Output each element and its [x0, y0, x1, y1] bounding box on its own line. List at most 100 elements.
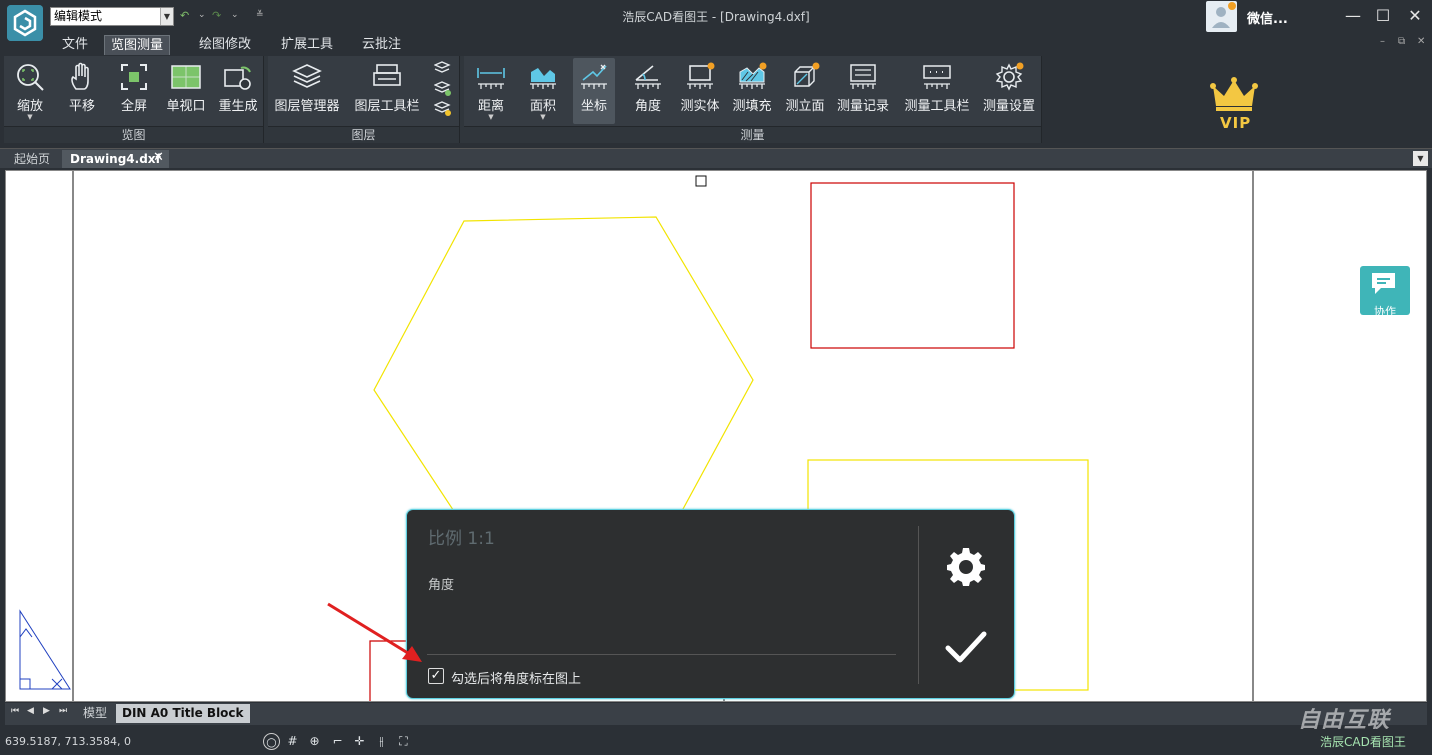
- angle-button[interactable]: 角度: [626, 58, 670, 124]
- show-angle-label[interactable]: 勾选后将角度标在图上: [451, 668, 581, 687]
- regenerate-icon: [224, 66, 251, 90]
- mode-select[interactable]: 编辑模式 ▼: [50, 7, 174, 26]
- tabs-dropdown-icon[interactable]: ▼: [1413, 151, 1428, 166]
- mdi-close-icon[interactable]: ✕: [1417, 36, 1425, 47]
- crown-icon: [1210, 77, 1258, 111]
- doc-tab-start[interactable]: 起始页: [6, 150, 58, 168]
- measure-entity-icon: [687, 62, 715, 89]
- menu-tab-extend-tools[interactable]: 扩展工具: [275, 35, 339, 55]
- layer-manager-label: 图层管理器: [274, 99, 340, 114]
- grid-icon[interactable]: #: [284, 733, 301, 750]
- measure-hatch-label: 测填充: [732, 99, 772, 114]
- vip-area[interactable]: VIP: [1042, 56, 1432, 143]
- mirror-icon[interactable]: ⫲: [373, 733, 390, 750]
- menu-tab-view-measure[interactable]: 览图测量: [104, 35, 171, 55]
- ortho-icon[interactable]: ⌐: [329, 733, 346, 750]
- user-name[interactable]: 微信...: [1247, 8, 1288, 27]
- distance-button[interactable]: 距离 ▼: [468, 58, 514, 124]
- layer-off-icon[interactable]: [434, 60, 452, 78]
- measure-toolbar-button[interactable]: 测量工具栏: [902, 58, 972, 124]
- measure-elevation-icon: [794, 62, 820, 87]
- prev-layout-icon[interactable]: ◀: [27, 706, 34, 716]
- zoom-button[interactable]: 缩放 ▼: [8, 58, 52, 124]
- osnap-icon[interactable]: ○: [263, 733, 280, 750]
- regenerate-button[interactable]: 重生成: [214, 58, 262, 124]
- user-avatar[interactable]: [1206, 1, 1237, 32]
- red-arrow-annotation: [327, 602, 422, 662]
- coordinate-button[interactable]: 坐标: [573, 58, 615, 124]
- mdi-minimize-icon[interactable]: –: [1380, 36, 1385, 47]
- layer-manager-button[interactable]: 图层管理器: [272, 58, 342, 124]
- layer-toolbar-label: 图层工具栏: [354, 99, 420, 114]
- zoom-label: 缩放: [16, 99, 43, 114]
- coordinate-label: 坐标: [580, 99, 607, 114]
- hand-icon: [71, 62, 89, 90]
- close-icon[interactable]: ✕: [153, 150, 164, 165]
- measure-toolbar-label: 测量工具栏: [904, 99, 970, 114]
- brand-label: 浩辰CAD看图王: [1320, 735, 1406, 749]
- measure-record-button[interactable]: 测量记录: [834, 58, 892, 124]
- gear-icon[interactable]: [945, 546, 987, 588]
- minimize-icon[interactable]: —: [1338, 4, 1368, 28]
- layers-icon: [292, 64, 322, 88]
- measure-entity-button[interactable]: 测实体: [676, 58, 724, 124]
- angle-value-label: 角度: [428, 578, 455, 593]
- ribbon-group-measure: 距离 ▼ 面积 ▼ 坐标 角度 测实体 测填充 测立面 测量记录 测量工具栏 测…: [464, 56, 1042, 143]
- ribbon-group-layer: 图层管理器 图层工具栏 图层: [268, 56, 460, 143]
- angle-icon: [635, 65, 661, 89]
- area-icon: [530, 68, 556, 89]
- next-layout-icon[interactable]: ▶: [43, 706, 50, 716]
- layer-toolbar-button[interactable]: 图层工具栏: [352, 58, 422, 124]
- layer-isolate-icon[interactable]: [434, 80, 452, 98]
- collab-button[interactable]: 协作: [1360, 266, 1410, 318]
- gear-icon: [995, 62, 1024, 91]
- show-angle-checkbox[interactable]: ✓: [428, 668, 444, 684]
- viewport-icon: [171, 65, 201, 89]
- menu-tab-draw-modify[interactable]: 绘图修改: [193, 35, 257, 55]
- measure-settings-label: 测量设置: [982, 99, 1035, 114]
- check-icon[interactable]: [944, 626, 988, 670]
- measure-elevation-button[interactable]: 测立面: [781, 58, 829, 124]
- customize-toolbar-icon[interactable]: ≚: [256, 10, 264, 20]
- layout-tabs-bar: ⏮ ◀ ▶ ⏭ 模型 DIN A0 Title Block: [5, 703, 1427, 725]
- pan-button[interactable]: 平移: [60, 58, 104, 124]
- redo-icon[interactable]: ↷: [212, 9, 221, 22]
- crosshair-icon[interactable]: ✛: [351, 733, 368, 750]
- chevron-down-icon: ▼: [160, 8, 173, 25]
- regenerate-label: 重生成: [218, 99, 258, 114]
- mdi-restore-icon[interactable]: ⧉: [1398, 36, 1405, 47]
- dialog-divider: [918, 526, 919, 684]
- first-layout-icon[interactable]: ⏮: [11, 706, 19, 716]
- hexagon-shape: [373, 216, 754, 534]
- undo-icon[interactable]: ↶: [180, 9, 189, 22]
- measure-hatch-button[interactable]: 测填充: [728, 58, 776, 124]
- close-icon[interactable]: ✕: [1400, 4, 1430, 28]
- ucs-icon: [19, 609, 71, 690]
- distance-icon: [477, 68, 505, 89]
- menu-tab-cloud-annotate[interactable]: 云批注: [356, 35, 407, 55]
- area-button[interactable]: 面积 ▼: [520, 58, 566, 124]
- chevron-down-icon: ▼: [27, 113, 33, 121]
- extents-icon[interactable]: ⛶: [395, 733, 412, 750]
- fullscreen-icon: [121, 64, 147, 90]
- measure-hatch-icon: [739, 62, 767, 89]
- measure-toolbar-icon: [923, 65, 951, 89]
- layout-tab-din-a0[interactable]: DIN A0 Title Block: [116, 704, 250, 723]
- scale-label: 比例 1:1: [428, 529, 495, 549]
- vip-label: VIP: [1220, 114, 1252, 132]
- ribbon-group-label-measure: 测量: [464, 126, 1041, 143]
- redo-dropdown-icon[interactable]: ⌄: [231, 10, 239, 20]
- fullscreen-button[interactable]: 全屏: [112, 58, 156, 124]
- layer-restore-icon[interactable]: [434, 100, 452, 118]
- zoom-window-icon[interactable]: ⊕: [306, 733, 323, 750]
- menu-tab-file[interactable]: 文件: [56, 35, 94, 55]
- last-layout-icon[interactable]: ⏭: [59, 706, 67, 716]
- single-viewport-button[interactable]: 单视口: [162, 58, 210, 124]
- maximize-icon[interactable]: ☐: [1368, 4, 1398, 28]
- distance-label: 距离: [477, 99, 504, 114]
- measure-settings-button[interactable]: 测量设置: [980, 58, 1038, 124]
- undo-dropdown-icon[interactable]: ⌄: [198, 10, 206, 20]
- coordinate-icon: [581, 64, 607, 89]
- collab-label: 协作: [1374, 305, 1396, 318]
- layout-tab-model[interactable]: 模型: [77, 704, 113, 723]
